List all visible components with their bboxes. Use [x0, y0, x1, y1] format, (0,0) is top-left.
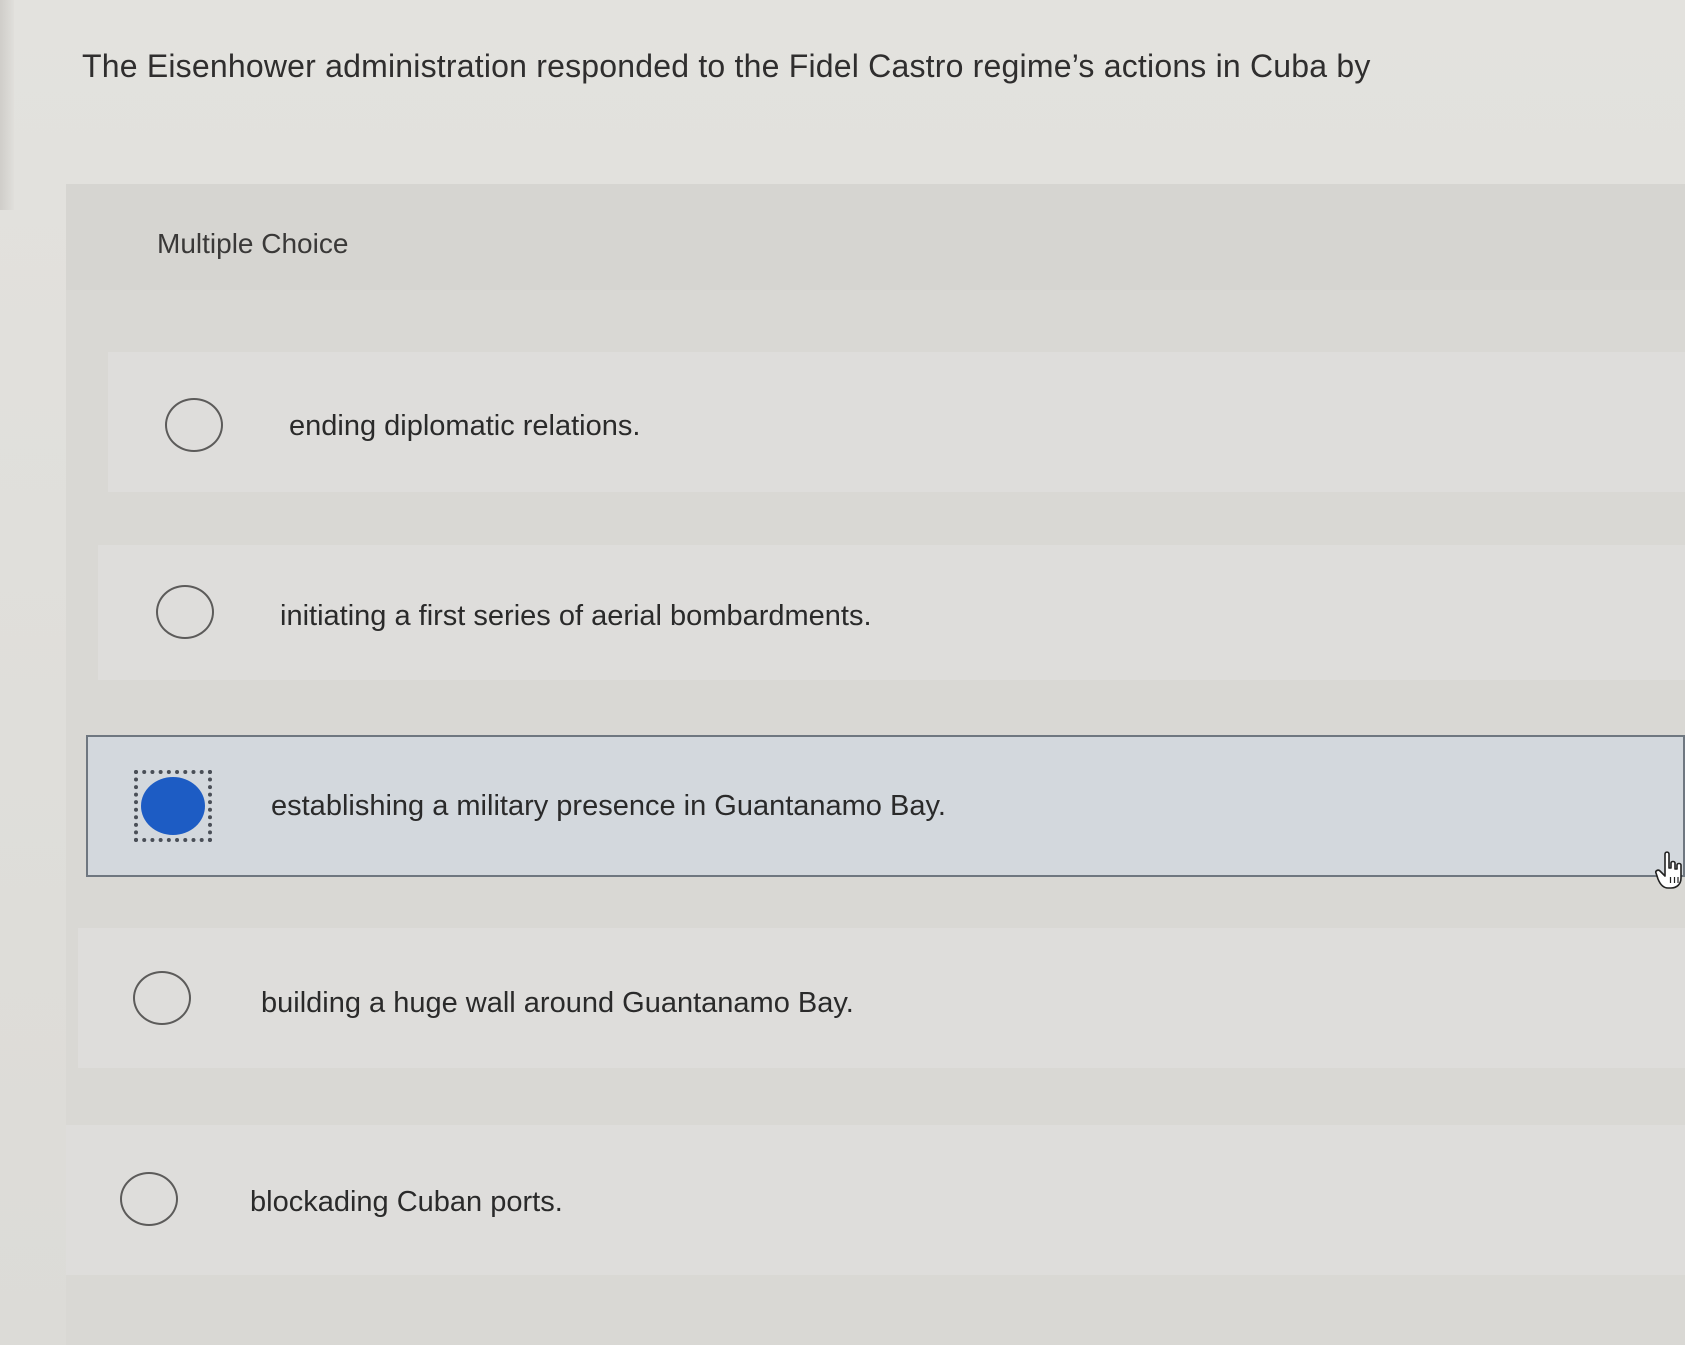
- question-type-label: Multiple Choice: [157, 228, 349, 259]
- answer-option-2-label[interactable]: initiating a first series of aerial bomb…: [280, 600, 872, 633]
- radio-button-option-3-checked[interactable]: [141, 777, 205, 835]
- radio-button-option-2[interactable]: [156, 585, 214, 639]
- answer-option-4-label[interactable]: building a huge wall around Guantanamo B…: [261, 987, 854, 1020]
- window-edge: [0, 0, 14, 210]
- quiz-page: The Eisenhower administration responded …: [0, 0, 1685, 1345]
- radio-button-option-4[interactable]: [133, 971, 191, 1025]
- radio-button-option-1[interactable]: [165, 398, 223, 452]
- answer-option-3-label[interactable]: establishing a military presence in Guan…: [271, 790, 946, 823]
- hand-pointer-icon: [1655, 851, 1682, 889]
- radio-button-option-5[interactable]: [120, 1172, 178, 1226]
- answer-option-1-label[interactable]: ending diplomatic relations.: [289, 410, 640, 443]
- question-text: The Eisenhower administration responded …: [82, 48, 1371, 84]
- answer-option-5-label[interactable]: blockading Cuban ports.: [250, 1186, 563, 1219]
